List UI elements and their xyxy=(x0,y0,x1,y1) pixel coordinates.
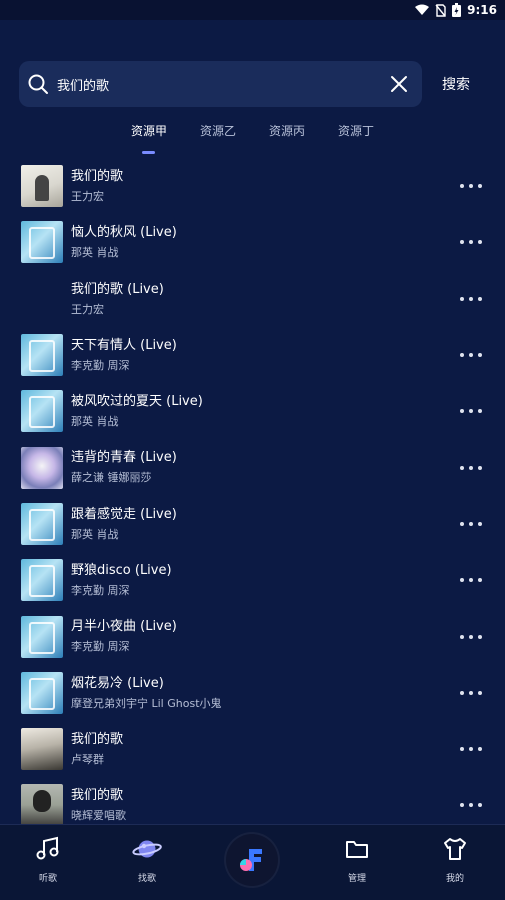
search-row: 我们的歌 搜索 xyxy=(19,61,505,107)
more-options-button[interactable] xyxy=(460,345,482,365)
song-artist: 薛之谦 锤娜丽莎 xyxy=(71,471,152,485)
more-options-button[interactable] xyxy=(460,795,482,815)
song-title: 野狼disco (Live) xyxy=(71,563,172,579)
song-artist: 李克勤 周深 xyxy=(71,358,130,372)
song-artist: 晓辉爱唱歌 xyxy=(71,809,126,823)
more-options-button[interactable] xyxy=(460,683,482,703)
more-options-button[interactable] xyxy=(460,232,482,252)
song-row[interactable]: 我们的歌 王力宏 xyxy=(0,158,505,214)
status-time: 9:16 xyxy=(467,3,497,17)
search-icon xyxy=(28,74,48,94)
search-input[interactable]: 我们的歌 xyxy=(19,61,422,107)
song-title: 我们的歌 xyxy=(71,731,124,747)
nav-discover[interactable]: 找歌 xyxy=(117,835,177,884)
nav-mine-label: 我的 xyxy=(445,874,464,884)
song-title: 烟花易冷 (Live) xyxy=(71,675,164,691)
app-logo-icon xyxy=(240,849,262,871)
song-row[interactable]: 恼人的秋风 (Live) 那英 肖战 xyxy=(0,214,505,270)
song-artist: 那英 肖战 xyxy=(71,527,119,541)
album-cover xyxy=(21,671,63,714)
more-options-button[interactable] xyxy=(460,739,482,759)
album-cover xyxy=(21,334,63,377)
nav-manage-label: 管理 xyxy=(347,874,366,884)
song-artist: 摩登兄弟刘宇宁 Lil Ghost小鬼 xyxy=(71,696,222,710)
song-artist: 那英 肖战 xyxy=(71,246,119,260)
wifi-icon xyxy=(415,4,430,15)
nav-listen-label: 听歌 xyxy=(38,874,57,884)
folder-icon xyxy=(346,841,368,858)
more-options-button[interactable] xyxy=(460,570,482,590)
album-cover xyxy=(21,615,63,658)
album-cover xyxy=(21,502,63,545)
song-title: 恼人的秋风 (Live) xyxy=(71,225,177,241)
album-cover xyxy=(21,446,63,489)
album-cover xyxy=(21,559,63,602)
song-artist: 那英 肖战 xyxy=(71,415,119,429)
song-title: 月半小夜曲 (Live) xyxy=(71,619,177,635)
album-cover xyxy=(21,221,63,264)
song-artist: 李克勤 周深 xyxy=(71,640,130,654)
album-cover xyxy=(21,784,63,827)
more-options-button[interactable] xyxy=(460,514,482,534)
song-row[interactable]: 违背的青春 (Live) 薛之谦 锤娜丽莎 xyxy=(0,439,505,495)
player-button[interactable] xyxy=(226,834,278,886)
song-row[interactable]: 我们的歌 (Live) 王力宏 xyxy=(0,271,505,327)
song-row[interactable]: 野狼disco (Live) 李克勤 周深 xyxy=(0,552,505,608)
song-row[interactable]: 我们的歌 卢琴群 xyxy=(0,721,505,777)
song-row[interactable]: 月半小夜曲 (Live) 李克勤 周深 xyxy=(0,608,505,664)
song-row[interactable]: 天下有情人 (Live) 李克勤 周深 xyxy=(0,327,505,383)
nav-listen[interactable]: 听歌 xyxy=(18,835,78,884)
album-cover xyxy=(21,165,63,208)
song-title: 违背的青春 (Live) xyxy=(71,450,177,466)
search-query: 我们的歌 xyxy=(57,78,110,94)
close-icon[interactable] xyxy=(388,73,410,95)
tab-source-c[interactable]: 资源丙 xyxy=(269,122,338,152)
battery-charging-icon xyxy=(452,3,462,17)
song-artist: 李克勤 周深 xyxy=(71,584,130,598)
song-title: 天下有情人 (Live) xyxy=(71,337,177,353)
tab-source-b[interactable]: 资源乙 xyxy=(200,122,269,152)
nav-mine[interactable]: 我的 xyxy=(425,835,485,884)
more-options-button[interactable] xyxy=(460,289,482,309)
tab-source-a[interactable]: 资源甲 xyxy=(131,122,200,154)
album-cover xyxy=(21,390,63,433)
song-row[interactable]: 跟着感觉走 (Live) 那英 肖战 xyxy=(0,496,505,552)
album-cover xyxy=(21,728,63,771)
song-title: 我们的歌 xyxy=(71,169,124,184)
planet-icon xyxy=(132,840,162,858)
song-artist: 卢琴群 xyxy=(71,752,104,766)
song-artist: 王力宏 xyxy=(71,302,104,316)
song-row[interactable]: 被风吹过的夏天 (Live) 那英 肖战 xyxy=(0,383,505,439)
more-options-button[interactable] xyxy=(460,458,482,478)
source-tabs: 资源甲 资源乙 资源丙 资源丁 xyxy=(131,122,407,154)
song-list: 我们的歌 王力宏 恼人的秋风 (Live) 那英 肖战 我们的歌 (Live) 王力宏… xyxy=(0,158,505,834)
more-options-button[interactable] xyxy=(460,401,482,421)
tab-source-d[interactable]: 资源丁 xyxy=(338,122,407,152)
song-title: 被风吹过的夏天 (Live) xyxy=(71,394,203,410)
search-button[interactable]: 搜索 xyxy=(442,74,470,94)
bottom-navigation: 听歌 找歌 管理 我的 xyxy=(0,824,505,900)
song-title: 我们的歌 (Live) xyxy=(71,281,164,297)
nav-discover-label: 找歌 xyxy=(137,874,156,884)
music-note-icon xyxy=(36,836,59,860)
song-title: 跟着感觉走 (Live) xyxy=(71,506,177,522)
song-artist: 王力宏 xyxy=(71,190,104,203)
no-sim-icon xyxy=(435,3,446,17)
more-options-button[interactable] xyxy=(460,176,482,196)
status-bar: 9:16 xyxy=(0,0,505,20)
tshirt-icon xyxy=(444,838,466,860)
nav-manage[interactable]: 管理 xyxy=(327,835,387,884)
more-options-button[interactable] xyxy=(460,627,482,647)
song-title: 我们的歌 xyxy=(71,788,124,804)
song-row[interactable]: 烟花易冷 (Live) 摩登兄弟刘宇宁 Lil Ghost小鬼 xyxy=(0,665,505,721)
